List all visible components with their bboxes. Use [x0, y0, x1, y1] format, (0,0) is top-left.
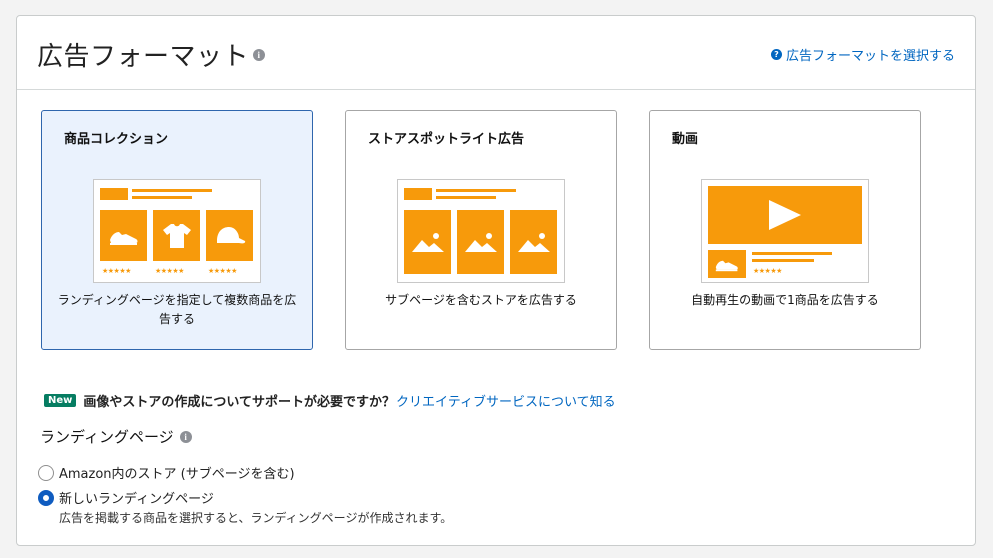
card-description: ランディングページを指定して複数商品を広告する — [57, 293, 297, 326]
question-icon: ? — [770, 49, 782, 60]
creative-help-row: New 画像やストアの作成についてサポートが必要ですか？ クリエイティブサービス… — [44, 391, 616, 410]
card-title: 動画 — [672, 132, 699, 147]
radio-new-landing-page[interactable]: 新しいランディングページ — [38, 488, 214, 507]
logo-block — [404, 188, 432, 200]
image-placeholder-icon — [510, 210, 557, 274]
new-badge: New — [44, 394, 77, 407]
card-store-spotlight[interactable]: ストアスポットライト広告 サブページを含むストアを広告する — [345, 110, 617, 350]
product-collection-illustration: ★★★★★ ★★★★★ ★★★★★ — [93, 179, 261, 283]
logo-block — [100, 188, 128, 200]
radio-button-checked[interactable] — [38, 489, 54, 506]
landing-page-title-text: ランディングページ — [40, 428, 174, 446]
rating-stars: ★★★★★ — [102, 267, 131, 275]
landing-page-note: 広告を掲載する商品を選択すると、ランディングページが作成されます。 — [59, 511, 453, 525]
landing-page-title: ランディングページ i — [40, 426, 192, 447]
rating-stars: ★★★★★ — [753, 267, 782, 275]
card-description: サブページを含むストアを広告する — [385, 293, 577, 307]
panel-header: 広告フォーマット i ? 広告フォーマットを選択する — [17, 16, 975, 90]
rating-stars: ★★★★★ — [208, 267, 237, 275]
help-link-text: 広告フォーマットを選択する — [785, 49, 955, 64]
headline-bar — [436, 196, 496, 199]
card-title: ストアスポットライト広告 — [368, 132, 525, 147]
page-title: 広告フォーマット i — [37, 36, 266, 73]
cap-icon — [206, 210, 253, 261]
headline-bar — [132, 189, 212, 192]
radio-button-unchecked[interactable] — [38, 464, 54, 481]
info-icon[interactable]: i — [253, 48, 266, 61]
card-description: 自動再生の動画で1商品を広告する — [691, 293, 879, 307]
page-title-text: 広告フォーマット — [37, 42, 250, 72]
headline-bar — [752, 259, 814, 262]
radio-amazon-store[interactable]: Amazon内のストア (サブページを含む) — [38, 463, 295, 482]
info-icon[interactable]: i — [179, 430, 192, 443]
radio-label: 新しいランディングページ — [59, 492, 214, 507]
headline-bar — [436, 189, 516, 192]
card-product-collection[interactable]: 商品コレクション ★★★★★ ★★★★★ ★★★★★ ランディングページを指定し… — [41, 110, 313, 350]
tshirt-icon — [153, 210, 200, 261]
creative-services-link[interactable]: クリエイティブサービスについて知る — [396, 391, 616, 410]
play-icon — [708, 186, 862, 244]
creative-help-text: 画像やストアの作成についてサポートが必要ですか？ — [83, 395, 396, 410]
store-spotlight-illustration — [397, 179, 565, 283]
shoe-icon — [708, 250, 746, 278]
shoe-icon — [100, 210, 147, 261]
headline-bar — [752, 252, 832, 255]
headline-bar — [132, 196, 192, 199]
card-video[interactable]: 動画 ★★★★★ 自動再生の動画で1商品を広告する — [649, 110, 921, 350]
rating-stars: ★★★★★ — [155, 267, 184, 275]
video-illustration: ★★★★★ — [701, 179, 869, 283]
ad-format-panel: 広告フォーマット i ? 広告フォーマットを選択する 商品コレクション ★★★★… — [16, 15, 976, 546]
help-link[interactable]: ? 広告フォーマットを選択する — [770, 45, 955, 64]
card-title: 商品コレクション — [64, 132, 169, 147]
image-placeholder-icon — [404, 210, 451, 274]
image-placeholder-icon — [457, 210, 504, 274]
radio-label: Amazon内のストア (サブページを含む) — [59, 467, 295, 482]
